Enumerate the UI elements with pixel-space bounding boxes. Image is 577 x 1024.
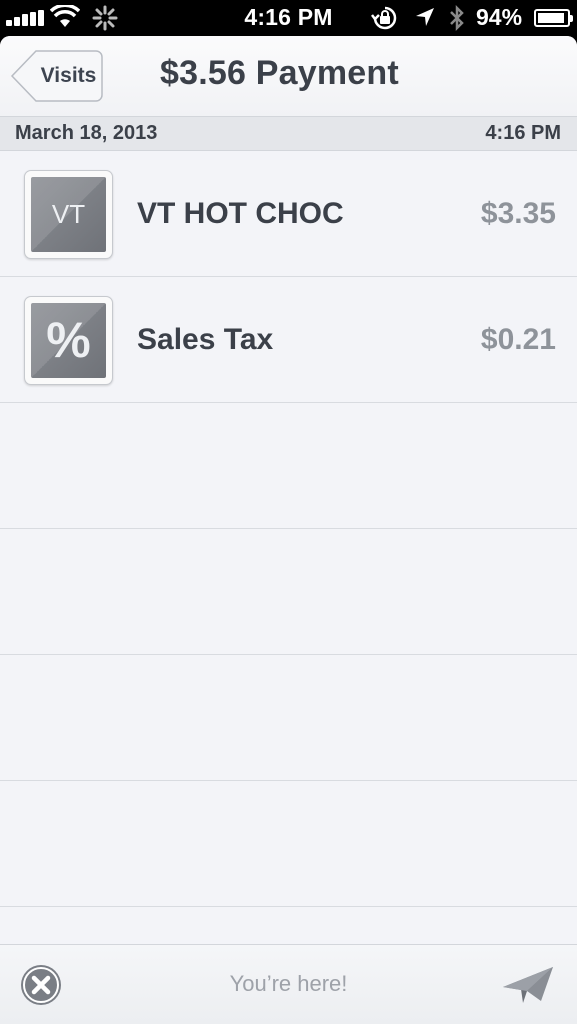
location-status: You’re here! [229, 971, 348, 996]
status-bar: 4:16 PM 94% [0, 0, 577, 36]
item-price: $3.35 [480, 197, 556, 230]
date-label: March 18, 2013 [15, 122, 158, 144]
back-button-label: Visits [40, 64, 97, 87]
location-icon [416, 8, 434, 26]
paper-plane-icon[interactable] [501, 965, 555, 1005]
item-name: Sales Tax [137, 323, 274, 356]
payment-screen: Visits $3.56 Payment March 18, 2013 4:16… [0, 36, 577, 1024]
page-title: $3.56 Payment [160, 54, 399, 92]
battery-percent: 94% [476, 4, 523, 30]
item-icon: VT [24, 170, 113, 259]
back-button[interactable]: Visits [10, 50, 103, 102]
empty-row [0, 655, 577, 781]
rotation-lock-icon [371, 6, 397, 30]
battery-icon [534, 9, 573, 27]
list-item[interactable]: VT VT HOT CHOC $3.35 [0, 151, 577, 277]
list-item[interactable]: % Sales Tax $0.21 [0, 277, 577, 403]
navigation-bar: Visits $3.56 Payment [0, 36, 577, 116]
line-items-list: VT VT HOT CHOC $3.35 % Sales Tax $0.21 [0, 151, 577, 907]
empty-row [0, 403, 577, 529]
bluetooth-icon [450, 4, 464, 32]
time-label: 4:16 PM [485, 122, 561, 144]
item-price: $0.21 [480, 323, 556, 356]
item-icon-text: VT [51, 199, 86, 229]
date-header: March 18, 2013 4:16 PM [0, 116, 577, 151]
item-icon-text: % [46, 312, 91, 368]
item-name: VT HOT CHOC [137, 197, 344, 230]
empty-row [0, 781, 577, 907]
empty-row [0, 529, 577, 655]
percent-icon: % [24, 296, 113, 385]
bottom-toolbar: You’re here! [0, 944, 577, 1024]
